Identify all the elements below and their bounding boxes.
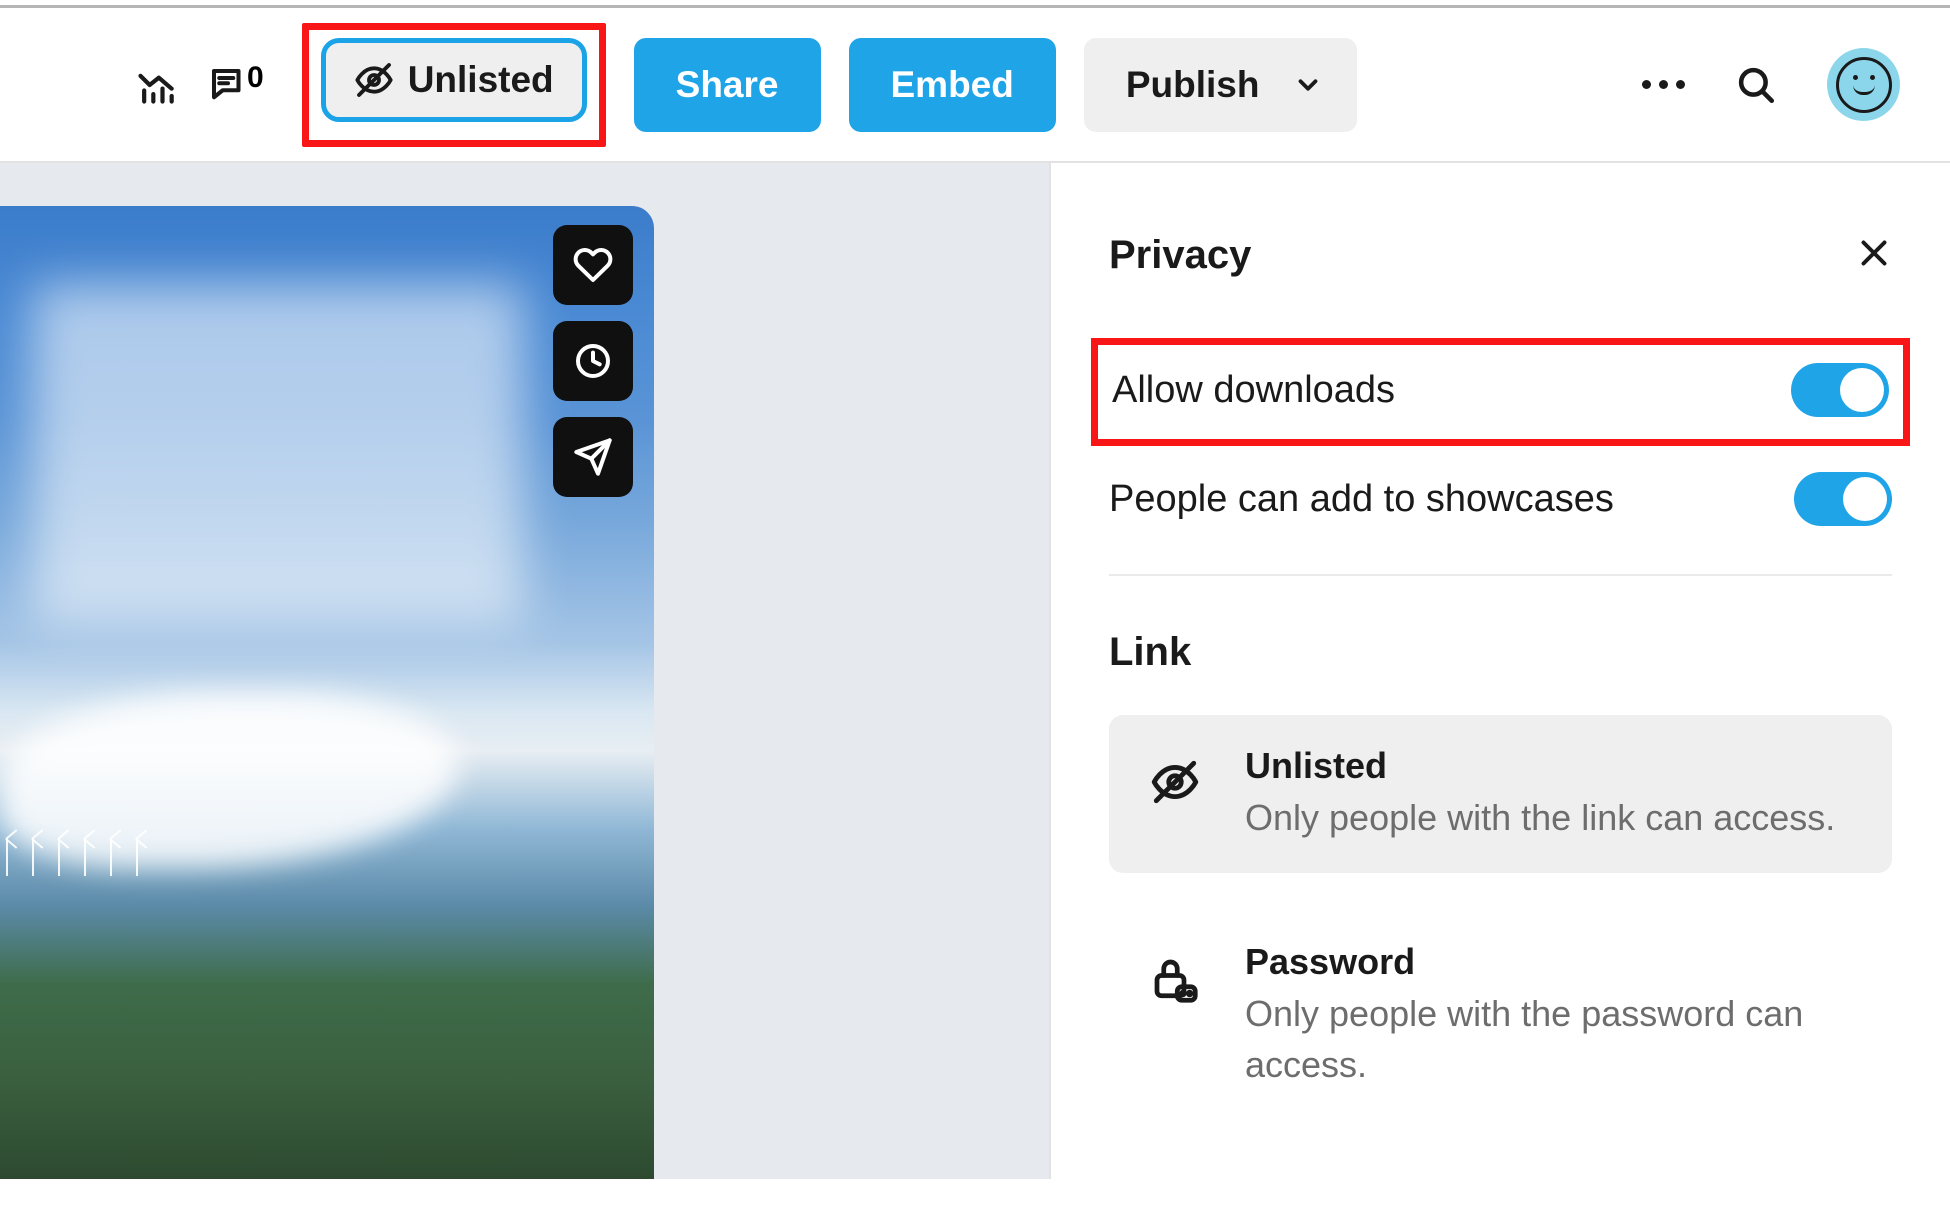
- more-menu-button[interactable]: [1642, 80, 1685, 89]
- preview-pane: [0, 163, 1049, 1179]
- eye-off-icon: [354, 60, 394, 100]
- share-button[interactable]: Share: [634, 38, 821, 132]
- comments-button[interactable]: 0: [207, 64, 264, 106]
- visibility-label: Unlisted: [408, 59, 554, 101]
- lock-icon: [1148, 953, 1202, 1007]
- privacy-panel: Privacy Allow downloads People can add t…: [1049, 163, 1950, 1179]
- showcases-toggle[interactable]: [1794, 472, 1892, 526]
- watch-later-button[interactable]: [553, 321, 633, 401]
- send-button[interactable]: [553, 417, 633, 497]
- publish-label: Publish: [1126, 64, 1260, 106]
- allow-downloads-toggle[interactable]: [1791, 363, 1889, 417]
- clock-icon: [573, 341, 613, 381]
- eye-off-icon: [1150, 757, 1200, 807]
- embed-button[interactable]: Embed: [849, 38, 1056, 132]
- divider: [1109, 574, 1892, 576]
- search-icon: [1735, 64, 1777, 106]
- avatar[interactable]: [1827, 48, 1900, 121]
- chevron-down-icon: [1293, 70, 1323, 100]
- close-panel-button[interactable]: [1856, 235, 1892, 276]
- option-desc: Only people with the password can access…: [1245, 989, 1856, 1090]
- top-toolbar: 0 Unlisted Share Embed Publish: [0, 5, 1950, 163]
- search-button[interactable]: [1735, 64, 1777, 106]
- link-heading: Link: [1109, 630, 1892, 675]
- comment-count: 0: [247, 61, 264, 95]
- send-icon: [573, 437, 613, 477]
- option-title: Password: [1245, 941, 1856, 983]
- visibility-button[interactable]: Unlisted: [321, 38, 587, 122]
- option-desc: Only people with the link can access.: [1245, 793, 1856, 843]
- link-option-unlisted[interactable]: Unlisted Only people with the link can a…: [1109, 715, 1892, 873]
- analytics-icon[interactable]: [135, 63, 179, 107]
- close-icon: [1856, 235, 1892, 271]
- showcases-label: People can add to showcases: [1109, 478, 1614, 521]
- like-button[interactable]: [553, 225, 633, 305]
- comment-icon: [207, 64, 249, 106]
- option-title: Unlisted: [1245, 745, 1856, 787]
- link-option-password[interactable]: Password Only people with the password c…: [1109, 911, 1892, 1120]
- panel-title: Privacy: [1109, 233, 1251, 278]
- publish-button[interactable]: Publish: [1084, 38, 1358, 132]
- highlight-allow-downloads: Allow downloads: [1091, 338, 1910, 446]
- heart-icon: [573, 245, 613, 285]
- highlight-unlisted: Unlisted: [302, 23, 606, 147]
- allow-downloads-label: Allow downloads: [1112, 369, 1395, 412]
